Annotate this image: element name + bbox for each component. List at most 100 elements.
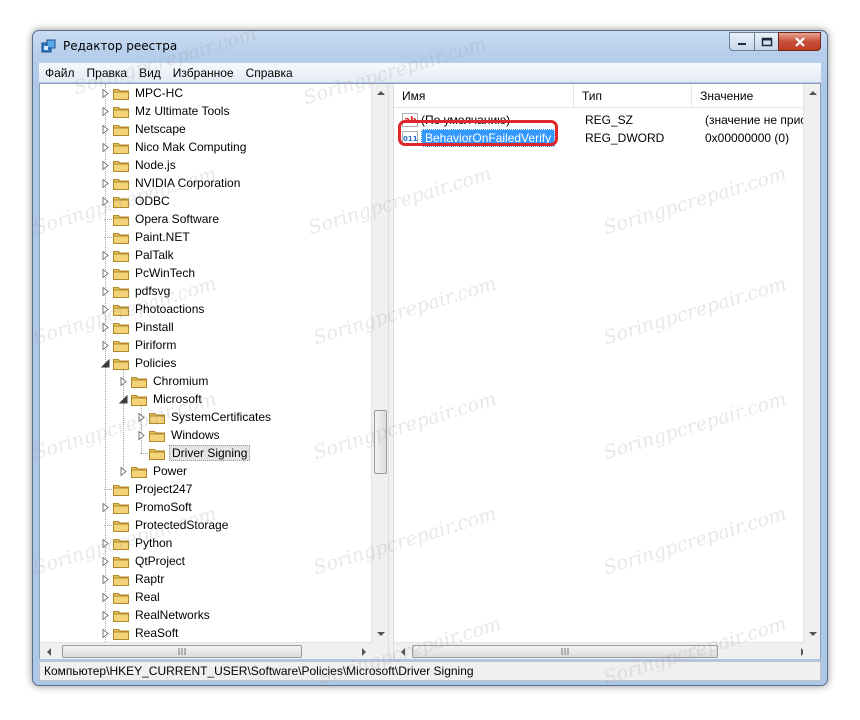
tree-node[interactable]: Chromium (118, 372, 210, 390)
tree-node[interactable]: QtProject (100, 552, 187, 570)
tree-node[interactable]: Driver Signing (136, 444, 251, 462)
tree-node[interactable]: Power (118, 462, 189, 480)
scroll-left-button[interactable] (394, 643, 411, 659)
tree-node[interactable]: PromoSoft (100, 498, 194, 516)
menu-edit[interactable]: Правка (81, 66, 134, 80)
expand-arrow-icon[interactable] (100, 574, 110, 584)
list-item[interactable]: ab (По умолчанию) REG_SZ (значение не пр… (394, 110, 820, 130)
expand-arrow-icon[interactable] (100, 250, 110, 260)
scroll-up-button[interactable] (804, 84, 820, 101)
expand-arrow-icon[interactable] (118, 376, 128, 386)
tree-node[interactable]: Nico Mak Computing (100, 138, 248, 156)
menu-favorites[interactable]: Избранное (167, 66, 240, 80)
tree-node[interactable]: Node.js (100, 156, 178, 174)
expand-arrow-icon[interactable] (100, 88, 110, 98)
tree-horizontal-scrollbar[interactable] (40, 642, 372, 659)
scroll-right-button[interactable] (355, 643, 372, 659)
value-name-selected[interactable]: BehaviorOnFailedVerify (421, 129, 556, 147)
tree-node[interactable]: Photoactions (100, 300, 206, 318)
tree-node[interactable]: ProtectedStorage (100, 516, 230, 534)
tree-node[interactable]: Paint.NET (100, 228, 192, 246)
list-item[interactable]: 011 BehaviorOnFailedVerify REG_DWORD 0x0… (394, 128, 820, 148)
tree-node-label: ODBC (135, 194, 170, 208)
column-header-name[interactable]: Имя (394, 84, 574, 108)
tree-node[interactable]: Project247 (100, 480, 194, 498)
expand-arrow-icon[interactable] (100, 340, 110, 350)
collapse-arrow-icon[interactable] (118, 394, 128, 404)
collapse-arrow-icon[interactable] (100, 358, 110, 368)
column-header-type[interactable]: Тип (574, 84, 693, 108)
tree-node[interactable]: Netscape (100, 120, 188, 138)
minimize-icon (738, 42, 746, 45)
tree-node[interactable]: SystemCertificates (136, 408, 273, 426)
scroll-up-button[interactable] (372, 84, 388, 101)
expand-arrow-icon[interactable] (100, 268, 110, 278)
tree-node-label: PromoSoft (135, 500, 192, 514)
list-horizontal-scrollbar[interactable] (394, 642, 811, 659)
scroll-down-button[interactable] (372, 625, 388, 642)
tree-node[interactable]: PalTalk (100, 246, 176, 264)
column-header-value[interactable]: Значение (692, 84, 820, 108)
expand-arrow-icon[interactable] (136, 412, 146, 422)
tree-vertical-scroll-thumb[interactable] (374, 410, 387, 474)
expand-arrow-icon[interactable] (100, 502, 110, 512)
tree-node-label: pdfsvg (135, 284, 171, 298)
tree-horizontal-scroll-thumb[interactable] (62, 645, 302, 658)
expand-arrow-icon[interactable] (100, 592, 110, 602)
tree-node[interactable]: Real (100, 588, 162, 606)
tree-node[interactable]: RealNetworks (100, 606, 212, 624)
folder-icon (113, 573, 129, 586)
tree-node[interactable]: ODBC (100, 192, 172, 210)
expand-arrow-icon[interactable] (100, 538, 110, 548)
tree-node[interactable]: Microsoft (118, 390, 204, 408)
expand-arrow-icon[interactable] (118, 466, 128, 476)
arrow-up-icon (808, 90, 817, 95)
expand-arrow-icon[interactable] (100, 124, 110, 134)
tree-node[interactable]: MPC-HC (100, 84, 185, 102)
tree-node[interactable]: Raptr (100, 570, 166, 588)
scroll-down-button[interactable] (804, 625, 820, 642)
tree-node[interactable]: Policies (100, 354, 178, 372)
tree-node[interactable]: Opera Software (100, 210, 221, 228)
expand-arrow-icon[interactable] (100, 304, 110, 314)
expand-arrow-icon[interactable] (100, 196, 110, 206)
expand-arrow-icon[interactable] (100, 160, 110, 170)
tree-node[interactable]: pdfsvg (100, 282, 172, 300)
expand-arrow-icon[interactable] (136, 430, 146, 440)
scroll-left-button[interactable] (40, 643, 57, 659)
expand-arrow-icon[interactable] (100, 322, 110, 332)
tree-node[interactable]: Pinstall (100, 318, 176, 336)
minimize-button[interactable] (729, 32, 755, 51)
tree-node[interactable]: Windows (136, 426, 222, 444)
folder-icon (113, 627, 129, 640)
tree-node[interactable]: Piriform (100, 336, 178, 354)
expand-arrow-icon[interactable] (100, 610, 110, 620)
folder-icon (113, 555, 129, 568)
menu-help[interactable]: Справка (240, 66, 299, 80)
expand-arrow-icon[interactable] (100, 142, 110, 152)
title-bar[interactable]: Редактор реестра (33, 31, 827, 61)
expand-arrow-icon[interactable] (100, 556, 110, 566)
expand-arrow-icon[interactable] (100, 106, 110, 116)
list-horizontal-scroll-thumb[interactable] (412, 645, 718, 658)
tree-node[interactable]: ReaSoft (100, 624, 180, 642)
menu-file[interactable]: Файл (39, 66, 81, 80)
tree-node[interactable]: PcWinTech (100, 264, 197, 282)
close-button[interactable] (778, 32, 821, 51)
menu-view[interactable]: Вид (133, 66, 167, 80)
expand-arrow-icon[interactable] (100, 286, 110, 296)
tree-node[interactable]: NVIDIA Corporation (100, 174, 242, 192)
expand-arrow-icon[interactable] (100, 628, 110, 638)
list-vertical-scrollbar[interactable] (803, 84, 820, 642)
registry-editor-window: Редактор реестра Файл Правка Вид Избранн… (32, 30, 828, 686)
scroll-corner (371, 642, 388, 659)
expand-arrow-icon[interactable] (100, 178, 110, 188)
folder-icon (113, 195, 129, 208)
tree-node-label: Netscape (135, 122, 186, 136)
maximize-button[interactable] (754, 32, 779, 51)
folder-icon (131, 465, 147, 478)
tree-node[interactable]: Python (100, 534, 174, 552)
tree-vertical-scrollbar[interactable] (371, 84, 388, 642)
tree-node[interactable]: Mz Ultimate Tools (100, 102, 231, 120)
